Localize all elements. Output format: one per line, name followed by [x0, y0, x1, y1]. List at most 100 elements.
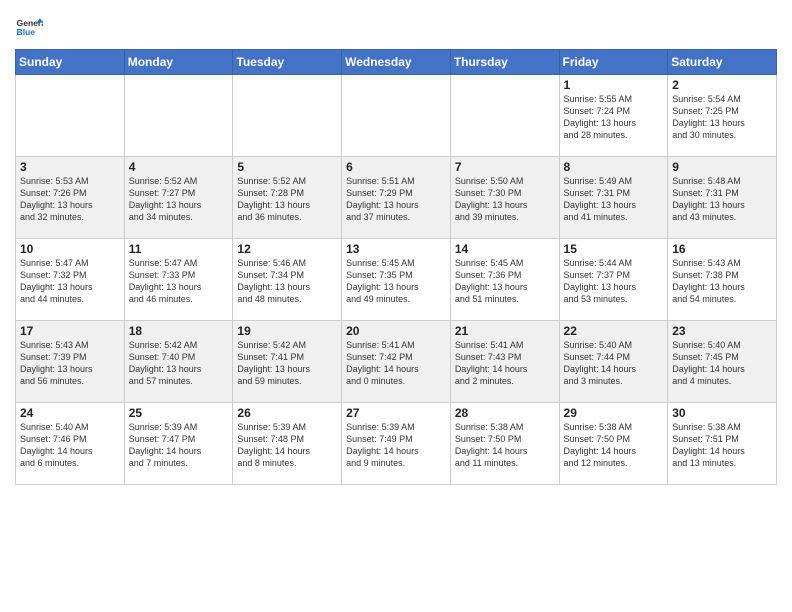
svg-text:General: General	[17, 18, 43, 28]
calendar-cell: 7Sunrise: 5:50 AM Sunset: 7:30 PM Daylig…	[450, 157, 559, 239]
day-number: 22	[564, 324, 664, 338]
week-row-3: 10Sunrise: 5:47 AM Sunset: 7:32 PM Dayli…	[16, 239, 777, 321]
day-number: 1	[564, 78, 664, 92]
day-number: 8	[564, 160, 664, 174]
calendar-cell: 10Sunrise: 5:47 AM Sunset: 7:32 PM Dayli…	[16, 239, 125, 321]
day-header-monday: Monday	[124, 50, 233, 75]
day-info: Sunrise: 5:44 AM Sunset: 7:37 PM Dayligh…	[564, 257, 664, 306]
day-info: Sunrise: 5:43 AM Sunset: 7:38 PM Dayligh…	[672, 257, 772, 306]
day-number: 7	[455, 160, 555, 174]
day-number: 14	[455, 242, 555, 256]
day-number: 6	[346, 160, 446, 174]
day-info: Sunrise: 5:42 AM Sunset: 7:40 PM Dayligh…	[129, 339, 229, 388]
calendar-cell: 21Sunrise: 5:41 AM Sunset: 7:43 PM Dayli…	[450, 321, 559, 403]
calendar-cell	[233, 75, 342, 157]
day-info: Sunrise: 5:40 AM Sunset: 7:46 PM Dayligh…	[20, 421, 120, 470]
day-info: Sunrise: 5:49 AM Sunset: 7:31 PM Dayligh…	[564, 175, 664, 224]
day-info: Sunrise: 5:39 AM Sunset: 7:47 PM Dayligh…	[129, 421, 229, 470]
day-info: Sunrise: 5:52 AM Sunset: 7:27 PM Dayligh…	[129, 175, 229, 224]
calendar-cell: 28Sunrise: 5:38 AM Sunset: 7:50 PM Dayli…	[450, 403, 559, 485]
calendar-cell: 30Sunrise: 5:38 AM Sunset: 7:51 PM Dayli…	[668, 403, 777, 485]
calendar-cell	[450, 75, 559, 157]
calendar-cell: 15Sunrise: 5:44 AM Sunset: 7:37 PM Dayli…	[559, 239, 668, 321]
day-info: Sunrise: 5:40 AM Sunset: 7:45 PM Dayligh…	[672, 339, 772, 388]
day-header-tuesday: Tuesday	[233, 50, 342, 75]
calendar-cell: 12Sunrise: 5:46 AM Sunset: 7:34 PM Dayli…	[233, 239, 342, 321]
calendar-table: SundayMondayTuesdayWednesdayThursdayFrid…	[15, 49, 777, 485]
day-number: 29	[564, 406, 664, 420]
calendar-cell: 18Sunrise: 5:42 AM Sunset: 7:40 PM Dayli…	[124, 321, 233, 403]
calendar-header-row: SundayMondayTuesdayWednesdayThursdayFrid…	[16, 50, 777, 75]
calendar-cell: 16Sunrise: 5:43 AM Sunset: 7:38 PM Dayli…	[668, 239, 777, 321]
week-row-5: 24Sunrise: 5:40 AM Sunset: 7:46 PM Dayli…	[16, 403, 777, 485]
day-number: 21	[455, 324, 555, 338]
calendar-cell: 3Sunrise: 5:53 AM Sunset: 7:26 PM Daylig…	[16, 157, 125, 239]
calendar-cell: 6Sunrise: 5:51 AM Sunset: 7:29 PM Daylig…	[342, 157, 451, 239]
day-number: 9	[672, 160, 772, 174]
day-header-wednesday: Wednesday	[342, 50, 451, 75]
day-info: Sunrise: 5:48 AM Sunset: 7:31 PM Dayligh…	[672, 175, 772, 224]
day-number: 18	[129, 324, 229, 338]
calendar-cell: 11Sunrise: 5:47 AM Sunset: 7:33 PM Dayli…	[124, 239, 233, 321]
day-number: 19	[237, 324, 337, 338]
calendar-cell: 9Sunrise: 5:48 AM Sunset: 7:31 PM Daylig…	[668, 157, 777, 239]
day-number: 5	[237, 160, 337, 174]
day-info: Sunrise: 5:53 AM Sunset: 7:26 PM Dayligh…	[20, 175, 120, 224]
calendar-cell: 23Sunrise: 5:40 AM Sunset: 7:45 PM Dayli…	[668, 321, 777, 403]
calendar-cell: 27Sunrise: 5:39 AM Sunset: 7:49 PM Dayli…	[342, 403, 451, 485]
day-info: Sunrise: 5:45 AM Sunset: 7:36 PM Dayligh…	[455, 257, 555, 306]
day-info: Sunrise: 5:45 AM Sunset: 7:35 PM Dayligh…	[346, 257, 446, 306]
day-info: Sunrise: 5:52 AM Sunset: 7:28 PM Dayligh…	[237, 175, 337, 224]
day-info: Sunrise: 5:47 AM Sunset: 7:33 PM Dayligh…	[129, 257, 229, 306]
page-header: General Blue	[15, 10, 777, 43]
day-info: Sunrise: 5:39 AM Sunset: 7:49 PM Dayligh…	[346, 421, 446, 470]
day-info: Sunrise: 5:51 AM Sunset: 7:29 PM Dayligh…	[346, 175, 446, 224]
day-number: 28	[455, 406, 555, 420]
day-header-sunday: Sunday	[16, 50, 125, 75]
day-number: 26	[237, 406, 337, 420]
logo: General Blue	[15, 15, 47, 43]
day-info: Sunrise: 5:41 AM Sunset: 7:43 PM Dayligh…	[455, 339, 555, 388]
day-number: 27	[346, 406, 446, 420]
day-number: 10	[20, 242, 120, 256]
day-info: Sunrise: 5:38 AM Sunset: 7:50 PM Dayligh…	[455, 421, 555, 470]
day-info: Sunrise: 5:39 AM Sunset: 7:48 PM Dayligh…	[237, 421, 337, 470]
week-row-4: 17Sunrise: 5:43 AM Sunset: 7:39 PM Dayli…	[16, 321, 777, 403]
week-row-2: 3Sunrise: 5:53 AM Sunset: 7:26 PM Daylig…	[16, 157, 777, 239]
calendar-cell: 1Sunrise: 5:55 AM Sunset: 7:24 PM Daylig…	[559, 75, 668, 157]
day-number: 30	[672, 406, 772, 420]
day-number: 24	[20, 406, 120, 420]
week-row-1: 1Sunrise: 5:55 AM Sunset: 7:24 PM Daylig…	[16, 75, 777, 157]
day-number: 20	[346, 324, 446, 338]
day-info: Sunrise: 5:43 AM Sunset: 7:39 PM Dayligh…	[20, 339, 120, 388]
calendar-cell: 26Sunrise: 5:39 AM Sunset: 7:48 PM Dayli…	[233, 403, 342, 485]
day-info: Sunrise: 5:50 AM Sunset: 7:30 PM Dayligh…	[455, 175, 555, 224]
calendar-cell	[124, 75, 233, 157]
svg-text:Blue: Blue	[17, 27, 36, 37]
calendar-cell: 14Sunrise: 5:45 AM Sunset: 7:36 PM Dayli…	[450, 239, 559, 321]
day-number: 4	[129, 160, 229, 174]
day-number: 17	[20, 324, 120, 338]
calendar-cell	[342, 75, 451, 157]
calendar-cell: 19Sunrise: 5:42 AM Sunset: 7:41 PM Dayli…	[233, 321, 342, 403]
day-number: 12	[237, 242, 337, 256]
day-info: Sunrise: 5:46 AM Sunset: 7:34 PM Dayligh…	[237, 257, 337, 306]
day-number: 23	[672, 324, 772, 338]
day-header-friday: Friday	[559, 50, 668, 75]
day-number: 2	[672, 78, 772, 92]
day-info: Sunrise: 5:47 AM Sunset: 7:32 PM Dayligh…	[20, 257, 120, 306]
day-info: Sunrise: 5:38 AM Sunset: 7:51 PM Dayligh…	[672, 421, 772, 470]
day-header-thursday: Thursday	[450, 50, 559, 75]
calendar-cell: 20Sunrise: 5:41 AM Sunset: 7:42 PM Dayli…	[342, 321, 451, 403]
calendar-cell: 5Sunrise: 5:52 AM Sunset: 7:28 PM Daylig…	[233, 157, 342, 239]
calendar-cell: 24Sunrise: 5:40 AM Sunset: 7:46 PM Dayli…	[16, 403, 125, 485]
calendar-cell: 22Sunrise: 5:40 AM Sunset: 7:44 PM Dayli…	[559, 321, 668, 403]
day-number: 16	[672, 242, 772, 256]
logo-icon: General Blue	[15, 15, 43, 43]
day-info: Sunrise: 5:41 AM Sunset: 7:42 PM Dayligh…	[346, 339, 446, 388]
calendar-cell: 29Sunrise: 5:38 AM Sunset: 7:50 PM Dayli…	[559, 403, 668, 485]
day-info: Sunrise: 5:40 AM Sunset: 7:44 PM Dayligh…	[564, 339, 664, 388]
calendar-cell: 2Sunrise: 5:54 AM Sunset: 7:25 PM Daylig…	[668, 75, 777, 157]
day-info: Sunrise: 5:42 AM Sunset: 7:41 PM Dayligh…	[237, 339, 337, 388]
day-number: 25	[129, 406, 229, 420]
